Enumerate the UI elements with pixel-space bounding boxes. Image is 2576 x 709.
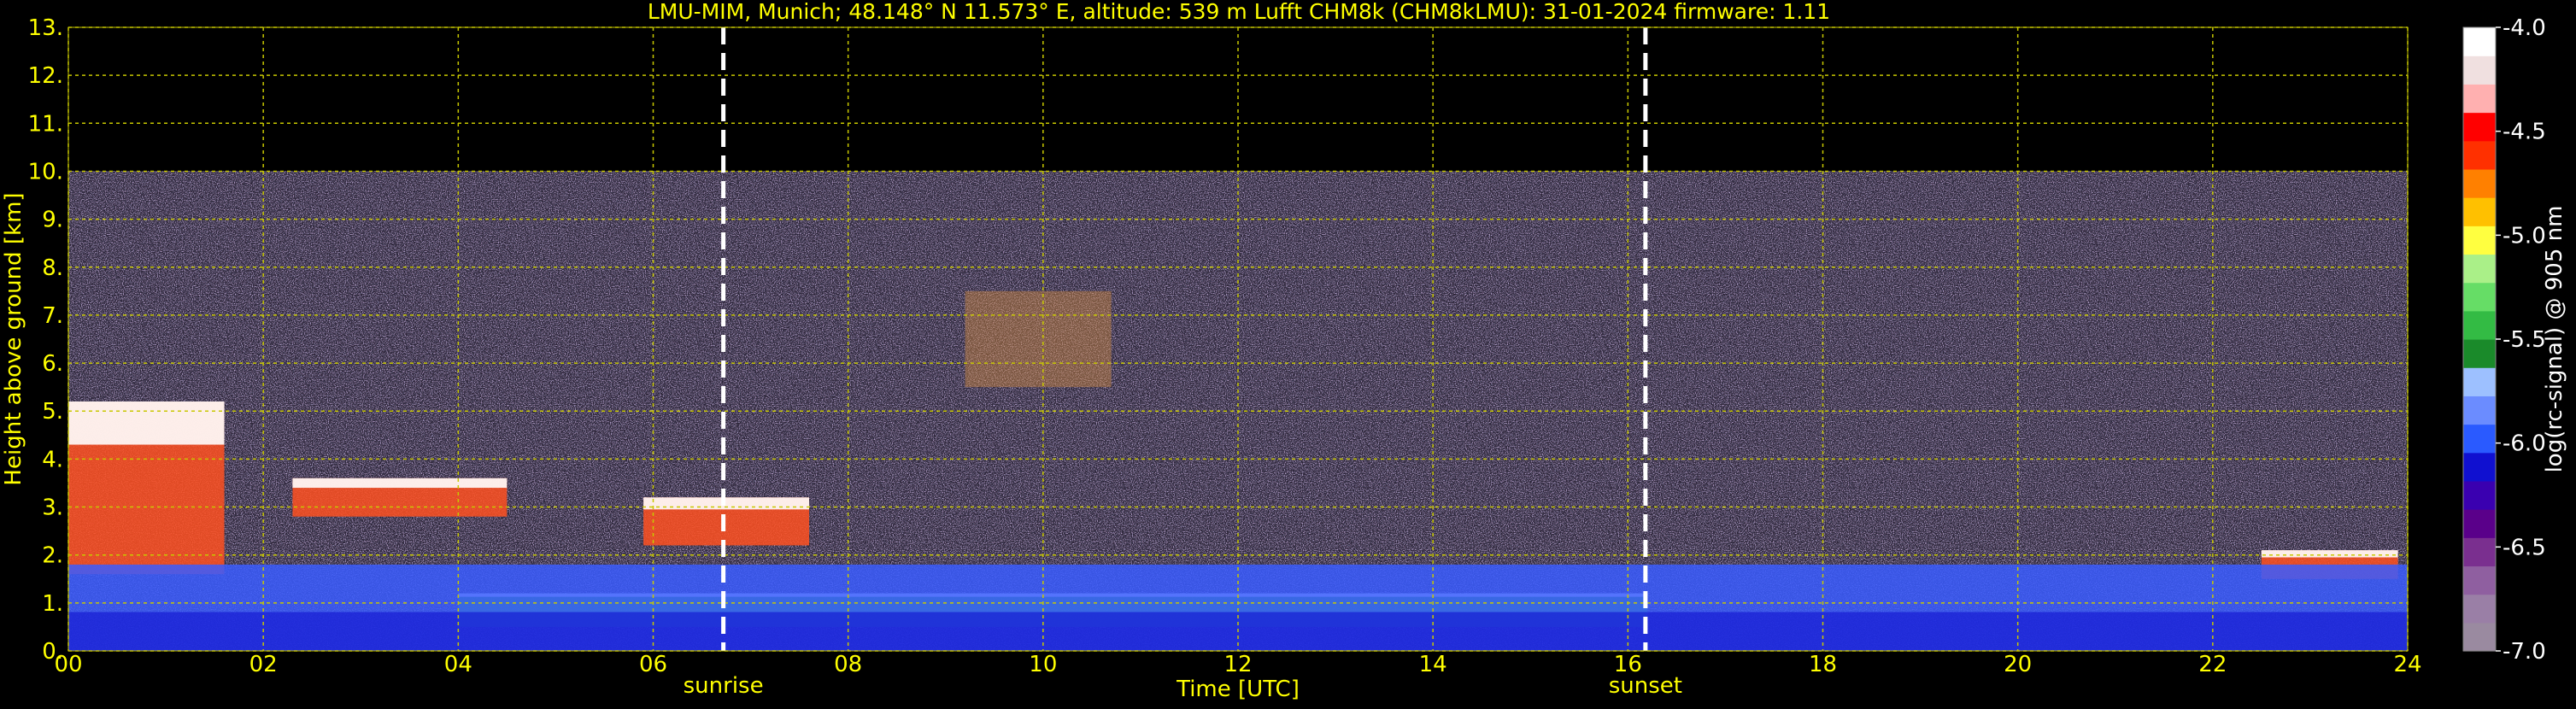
y-tick-label: 13.: [28, 15, 63, 41]
y-tick-label: 0.: [42, 639, 63, 665]
colorbar-segment: [2463, 112, 2496, 142]
y-tick-label: 2.: [42, 543, 63, 569]
colorbar-tick-label: -5.0: [2503, 223, 2546, 249]
x-tick-label: 02: [249, 652, 278, 677]
sunrise-label: sunrise: [684, 673, 764, 699]
cloud-top-edge: [292, 478, 508, 489]
colorbar-tick-label: -6.5: [2503, 535, 2546, 560]
colorbar-segment: [2463, 339, 2496, 368]
colorbar-segment: [2463, 140, 2496, 170]
colorbar-segment: [2463, 537, 2496, 567]
colorbar-segment: [2463, 367, 2496, 396]
colorbar-segment: [2463, 84, 2496, 114]
y-tick-label: 11.: [28, 111, 63, 137]
cloud-top-edge: [68, 401, 225, 445]
feature-faint-scatter: [965, 290, 1112, 388]
x-tick-label: 08: [834, 652, 862, 677]
colorbar-segment: [2463, 452, 2496, 482]
colorbar-segment: [2463, 622, 2496, 652]
x-tick-label: 06: [639, 652, 667, 677]
colorbar-segment: [2463, 310, 2496, 340]
y-tick-label: 1.: [42, 591, 63, 617]
x-tick-label: 22: [2198, 652, 2227, 677]
sunset-label: sunset: [1609, 673, 1682, 699]
y-tick-label: 9.: [42, 208, 63, 233]
x-tick-label: 24: [2393, 652, 2421, 677]
y-tick-label: 7.: [42, 303, 63, 329]
y-tick-label: 4.: [42, 447, 63, 472]
colorbar-segment: [2463, 424, 2496, 454]
colorbar-segment: [2463, 254, 2496, 284]
colorbar-label: log(rc-signal) @ 905 nm: [2542, 206, 2567, 473]
colorbar-segment: [2463, 27, 2496, 56]
y-tick-label: 5.: [42, 399, 63, 425]
x-tick-label: 20: [2004, 652, 2032, 677]
x-tick-label: 18: [1809, 652, 1837, 677]
y-tick-label: 3.: [42, 495, 63, 521]
colorbar-segment: [2463, 594, 2496, 624]
colorbar-segment: [2463, 480, 2496, 510]
y-tick-label: 12.: [28, 63, 63, 89]
colorbar-segment: [2463, 168, 2496, 198]
x-tick-label: 12: [1223, 652, 1252, 677]
colorbar-tick-label: -4.0: [2503, 15, 2546, 41]
colorbar-segment: [2463, 565, 2496, 595]
y-tick-label: 10.: [28, 159, 63, 185]
y-tick-label: 6.: [42, 351, 63, 377]
colorbar-segment: [2463, 226, 2496, 255]
y-axis-label: Height above ground [km]: [1, 192, 26, 485]
cloud-top-edge: [2261, 550, 2398, 558]
chart-title: LMU-MIM, Munich; 48.148° N 11.573° E, al…: [648, 0, 1830, 24]
colorbar-tick-label: -4.5: [2503, 120, 2546, 145]
colorbar-tick-label: -7.0: [2503, 639, 2546, 665]
colorbar-segment: [2463, 56, 2496, 85]
colorbar-segment: [2463, 282, 2496, 312]
x-tick-labels: 00 02 04 06 08 10 12 14 16 18 20 22 24: [54, 652, 2421, 677]
colorbar-tick-label: -6.0: [2503, 431, 2546, 457]
x-tick-label: 10: [1029, 652, 1057, 677]
y-tick-label: 8.: [42, 255, 63, 281]
ceilometer-figure: LMU-MIM, Munich; 48.148° N 11.573° E, al…: [0, 0, 2576, 706]
colorbar-segment: [2463, 396, 2496, 425]
colorbar-segment: [2463, 197, 2496, 226]
colorbar-segment: [2463, 509, 2496, 538]
x-tick-label: 14: [1419, 652, 1447, 677]
plot-area: [67, 26, 2409, 652]
x-tick-label: 04: [444, 652, 472, 677]
backscatter-chart: LMU-MIM, Munich; 48.148° N 11.573° E, al…: [1, 0, 2567, 702]
colorbar-tick-label: -5.5: [2503, 327, 2546, 353]
colorbar: -4.0 -4.5 -5.0 -5.5 -6.0 -6.5 -7.0: [2462, 15, 2546, 665]
x-axis-label: Time [UTC]: [1176, 677, 1300, 702]
y-tick-labels: 0. 1. 2. 3. 4. 5. 6. 7. 8. 9. 10. 11. 12. 13.: [28, 15, 63, 665]
